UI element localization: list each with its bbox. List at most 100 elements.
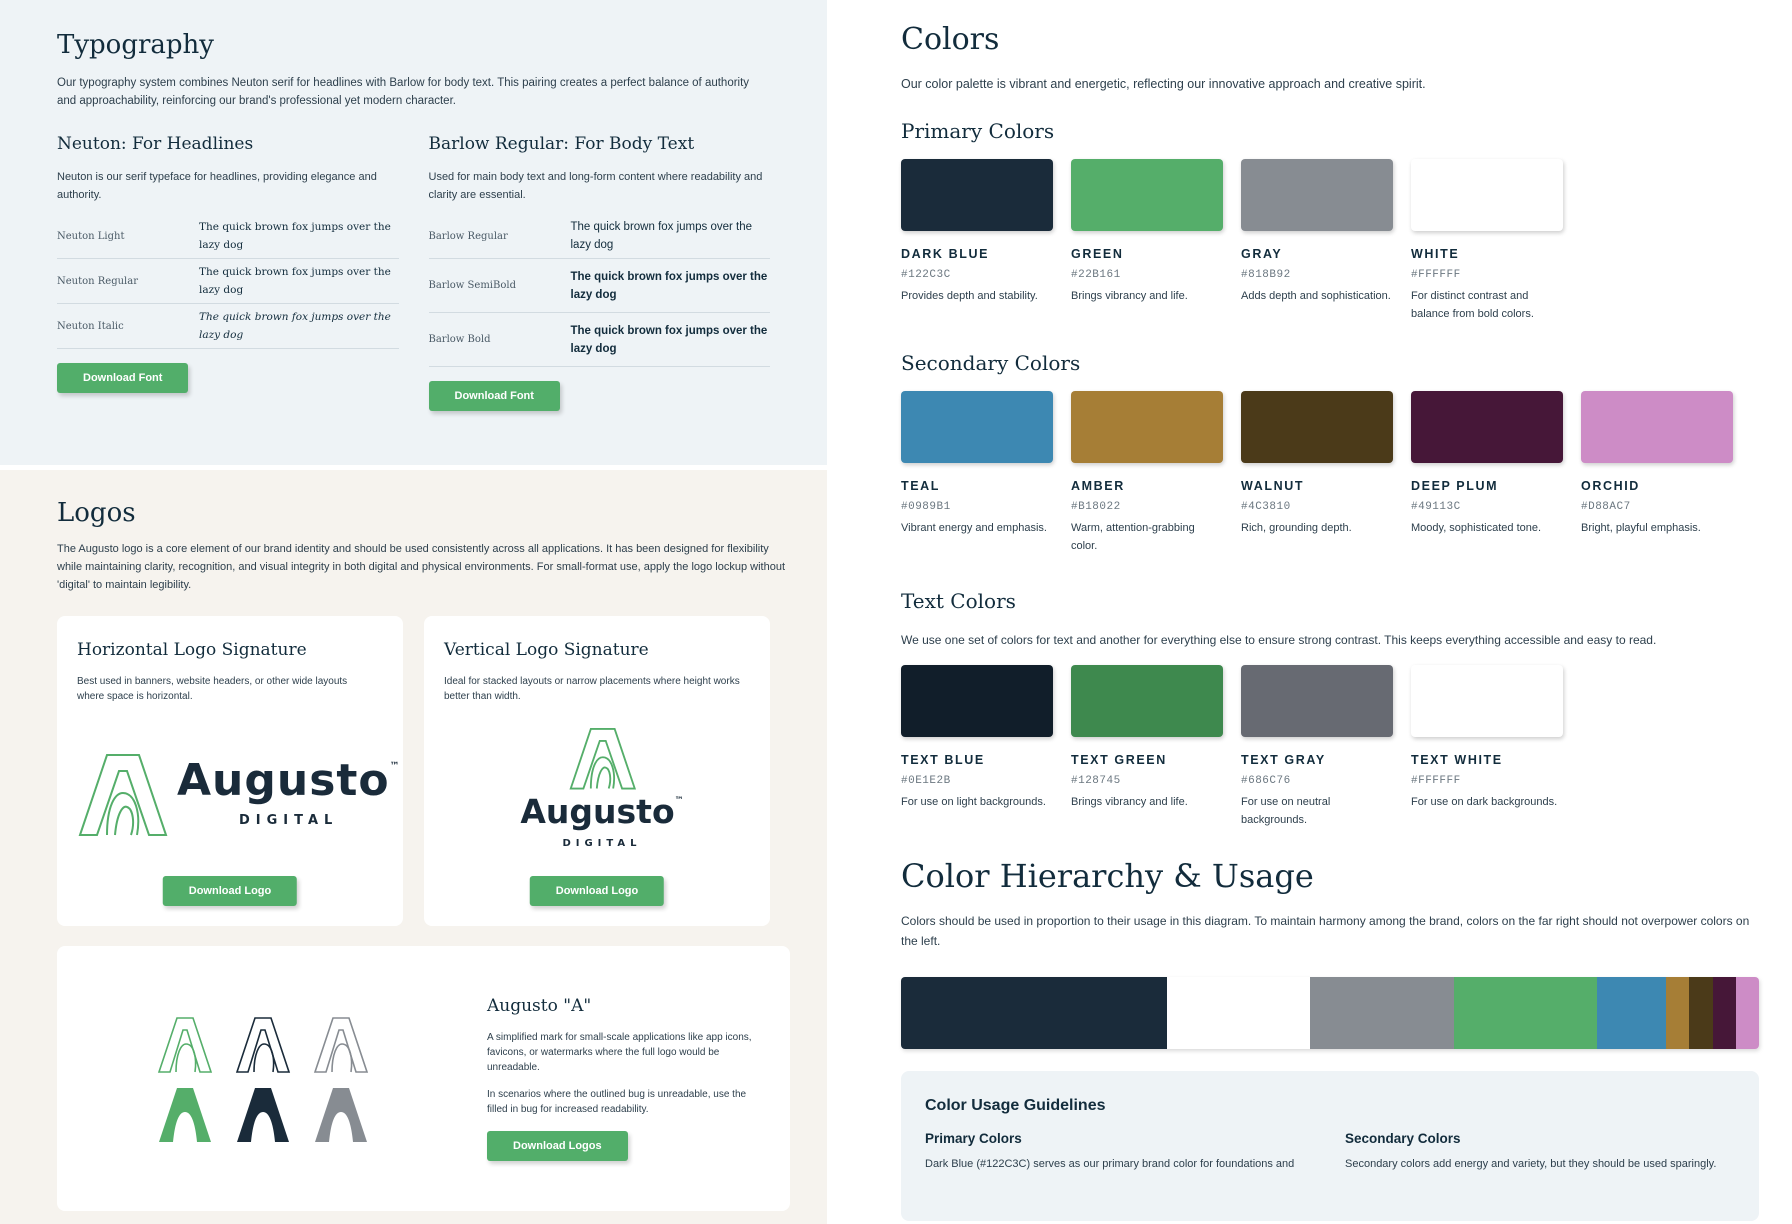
sample-text: The quick brown fox jumps over the lazy … [199,311,391,341]
color-name: ORCHID [1581,479,1640,493]
sample-label: Barlow Bold [428,334,491,345]
barlow-desc: Used for main body text and long-form co… [428,171,763,201]
colors-title: Colors [901,22,1000,57]
color-hex: #B18022 [1071,501,1121,513]
sample-text: The quick brown fox jumps over the lazy … [570,270,768,301]
hierarchy-segment [1310,977,1454,1049]
logos-title: Logos [57,498,136,528]
mark-desc-1: A simplified mark for small-scale applic… [487,1032,752,1073]
color-swatch: TEAL #0989B1 Vibrant energy and emphasis. [901,391,1053,555]
logos-section: Logos The Augusto logo is a core element… [0,470,827,1224]
hierarchy-segment [1666,977,1690,1049]
color-chip [1241,391,1393,463]
hierarchy-segment [1166,977,1311,1049]
color-swatch: GRAY #818B92 Adds depth and sophistication… [1241,159,1393,323]
color-swatch: TEXT BLUE #0E1E2B For use on light backgro… [901,665,1053,829]
barlow-title: Barlow Regular: For Body Text [428,134,695,154]
horizontal-logo-desc: Best used in banners, website headers, o… [77,676,348,702]
color-usage-guidelines: Color Usage Guidelines Primary Colors Da… [901,1071,1759,1221]
typography-intro: Our typography system combines Neuton se… [57,77,750,107]
primary-swatches: DARK BLUE #122C3C Provides depth and stabi… [901,159,1792,323]
typography-title: Typography [57,30,214,60]
color-usage: Moody, sophisticated tone. [1411,522,1542,534]
color-usage: Rich, grounding depth. [1241,522,1352,534]
color-name: DEEP PLUM [1411,479,1499,493]
sample-row: Barlow Regular The quick brown fox jumps… [428,214,770,259]
color-hex: #49113C [1411,501,1461,513]
color-chip [1071,665,1223,737]
download-barlow-button[interactable]: Download Font [428,381,560,411]
color-usage: For use on neutral backgrounds. [1241,796,1331,826]
color-hex: #D88AC7 [1581,501,1631,513]
color-usage: For distinct contrast and balance from b… [1411,290,1534,320]
color-hex: #0989B1 [901,501,951,513]
color-hex: #4C3810 [1241,501,1291,513]
color-hex: #122C3C [901,269,951,281]
sample-row: Neuton Regular The quick brown fox jumps… [57,259,399,304]
guidelines-title: Color Usage Guidelines [925,1097,1106,1114]
mark-card: Augusto "A" A simplified mark for small-… [57,946,790,1211]
color-swatch: AMBER #B18022 Warm, attention-grabbing col… [1071,391,1223,555]
color-name: TEXT GRAY [1241,753,1326,767]
hierarchy-segment [1453,977,1597,1049]
color-chip [901,159,1053,231]
color-usage: For use on dark backgrounds. [1411,796,1558,808]
color-usage: Brings vibrancy and life. [1071,796,1188,808]
color-swatch: TEXT GREEN #128745 Brings vibrancy and lif… [1071,665,1223,829]
logo-tagline: DIGITAL [562,838,642,849]
horizontal-logo-title: Horizontal Logo Signature [77,640,307,660]
mark-grid [157,1016,387,1146]
color-name: TEXT WHITE [1411,753,1503,767]
vertical-logo-title: Vertical Logo Signature [444,640,649,660]
color-swatch: DEEP PLUM #49113C Moody, sophisticated ton… [1411,391,1563,555]
guidelines-secondary-title: Secondary Colors [1345,1131,1461,1146]
hierarchy-segment [1596,977,1667,1049]
download-logos-button[interactable]: Download Logos [487,1131,628,1161]
color-chip [1411,159,1563,231]
text-colors-title: Text Colors [901,589,1016,613]
color-swatch: DARK BLUE #122C3C Provides depth and stabi… [901,159,1053,323]
color-name: TEXT BLUE [901,753,985,767]
color-name: WHITE [1411,247,1460,261]
hierarchy-segment [1689,977,1713,1049]
color-usage: Brings vibrancy and life. [1071,290,1188,302]
color-swatch: WALNUT #4C3810 Rich, grounding depth. [1241,391,1393,555]
color-swatch: TEXT WHITE #FFFFFF For use on dark backgro… [1411,665,1563,829]
sample-row: Barlow Bold The quick brown fox jumps ov… [428,313,770,367]
logo-wordmark: Augusto [177,755,390,806]
color-usage: Adds depth and sophistication. [1241,290,1391,302]
color-hex: #22B161 [1071,269,1121,281]
secondary-colors-title: Secondary Colors [901,351,1081,375]
download-horizontal-logo-button[interactable]: Download Logo [162,876,298,906]
color-chip [1411,391,1563,463]
sample-label: Neuton Light [57,230,125,242]
color-hex: #128745 [1071,775,1121,787]
sample-row: Neuton Italic The quick brown fox jumps … [57,304,399,349]
trademark-symbol: ™ [674,796,684,806]
sample-label: Barlow SemiBold [428,280,516,291]
color-chip [901,665,1053,737]
logos-intro: The Augusto logo is a core element of ou… [57,543,785,591]
sample-row: Barlow SemiBold The quick brown fox jump… [428,259,770,313]
color-chip [1411,665,1563,737]
guidelines-primary-title: Primary Colors [925,1131,1022,1146]
download-vertical-logo-button[interactable]: Download Logo [529,876,665,906]
color-swatch: GREEN #22B161 Brings vibrancy and life. [1071,159,1223,323]
color-hex: #818B92 [1241,269,1291,281]
colors-section: Colors Our color palette is vibrant and … [853,0,1792,1224]
color-chip [1071,159,1223,231]
color-usage: Bright, playful emphasis. [1581,522,1701,534]
color-name: GRAY [1241,247,1283,261]
neuton-title: Neuton: For Headlines [57,134,254,154]
color-name: AMBER [1071,479,1125,493]
color-swatch: TEXT GRAY #686C76 For use on neutral backg… [1241,665,1393,829]
hierarchy-segment [901,977,1167,1049]
mark-desc-2: In scenarios where the outlined bug is u… [487,1089,747,1115]
download-neuton-button[interactable]: Download Font [57,363,189,393]
sample-text: The quick brown fox jumps over the lazy … [570,221,753,251]
horizontal-logo-card: Horizontal Logo Signature Best used in b… [57,616,403,926]
text-swatches: TEXT BLUE #0E1E2B For use on light backgro… [901,665,1792,829]
barlow-column: Barlow Regular: For Body Text Used for m… [428,134,770,411]
hierarchy-intro: Colors should be used in proportion to t… [901,914,1750,948]
color-usage: For use on light backgrounds. [901,796,1046,808]
